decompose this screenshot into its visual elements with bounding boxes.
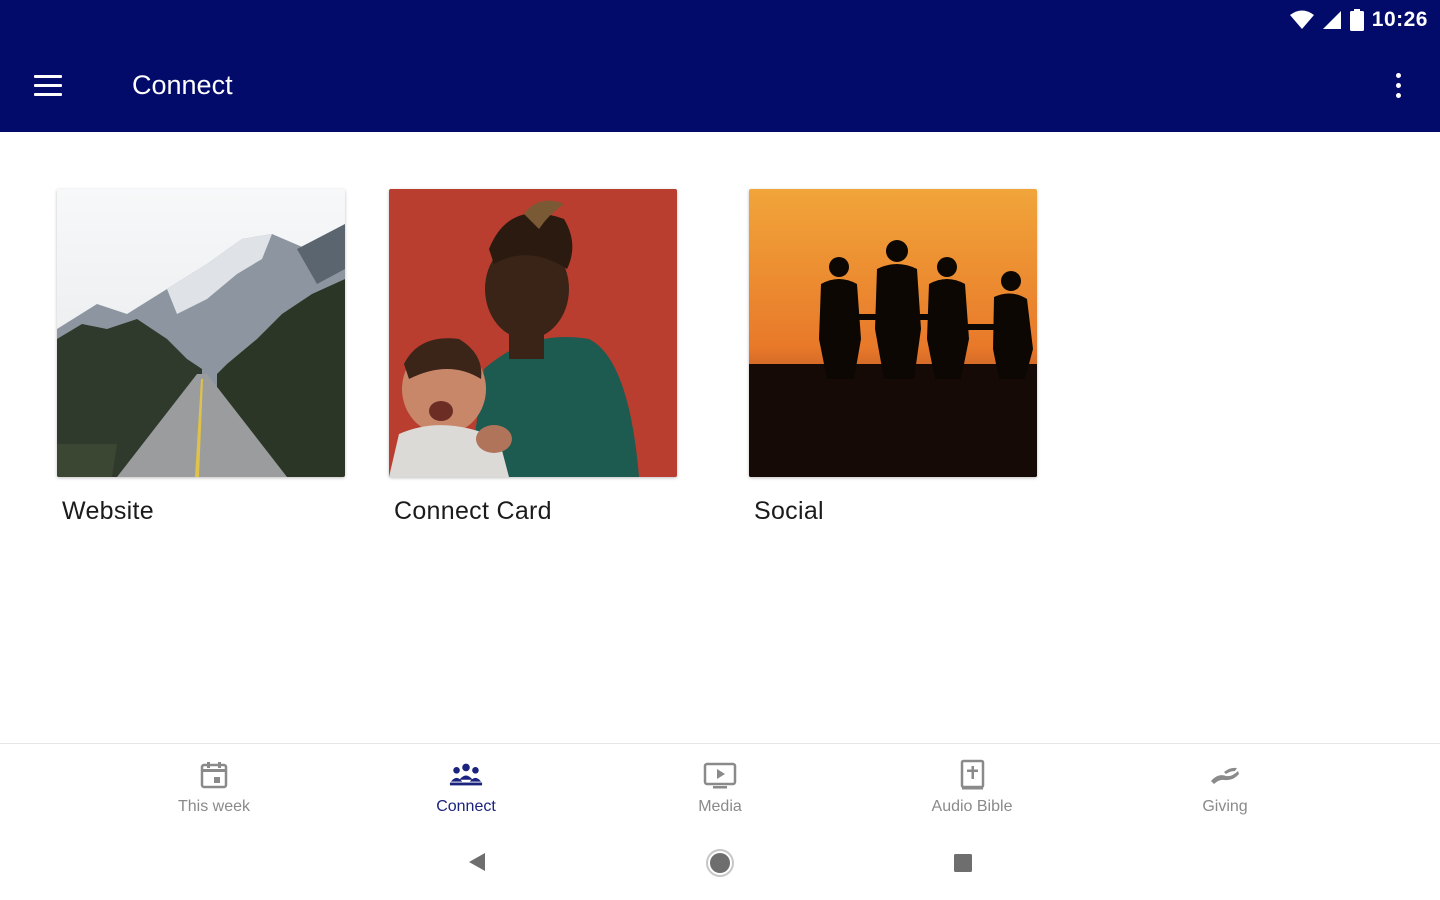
app-bar: 10:26 Connect — [0, 0, 1440, 132]
mountain-road-photo — [57, 189, 345, 477]
play-screen-icon — [703, 758, 737, 792]
calendar-icon — [197, 758, 231, 792]
status-bar: 10:26 — [1289, 6, 1428, 34]
tile-label: Website — [62, 497, 154, 525]
page-title: Connect — [132, 70, 233, 100]
tile-website[interactable]: Website — [57, 189, 345, 526]
system-navigation-bar — [0, 828, 1440, 900]
nav-label: Audio Bible — [931, 798, 1013, 815]
more-vertical-icon[interactable] — [1386, 70, 1410, 100]
signal-icon — [1322, 11, 1341, 29]
nav-label: Giving — [1202, 798, 1248, 815]
nav-label: Media — [698, 798, 742, 815]
father-with-baby-photo — [389, 189, 677, 477]
tile-label: Social — [754, 497, 824, 525]
family-sunset-silhouette-photo — [749, 189, 1037, 477]
status-time: 10:26 — [1371, 8, 1428, 31]
nav-item-giving[interactable]: Giving — [1145, 758, 1305, 816]
people-group-icon — [449, 758, 483, 792]
giving-hand-icon — [1208, 758, 1242, 792]
nav-label: Connect — [436, 798, 496, 815]
tile-connect-card[interactable]: Connect Card — [389, 189, 677, 526]
wifi-icon — [1289, 10, 1314, 29]
tile-social[interactable]: Social — [749, 189, 1037, 526]
nav-item-audio-bible[interactable]: Audio Bible — [892, 758, 1052, 816]
nav-label: This week — [177, 798, 251, 815]
bottom-navigation: This week Connect Media Audio Bible Givi… — [0, 743, 1440, 827]
nav-item-media[interactable]: Media — [640, 758, 800, 816]
tile-label: Connect Card — [394, 497, 552, 525]
nav-item-connect[interactable]: Connect — [386, 758, 546, 816]
recents-icon[interactable] — [953, 853, 973, 878]
nav-item-this-week[interactable]: This week — [134, 758, 294, 816]
back-icon[interactable] — [466, 850, 488, 879]
battery-icon — [1349, 9, 1364, 31]
hamburger-menu-icon[interactable] — [34, 68, 74, 102]
home-icon[interactable] — [705, 848, 735, 883]
bible-icon — [955, 758, 989, 792]
